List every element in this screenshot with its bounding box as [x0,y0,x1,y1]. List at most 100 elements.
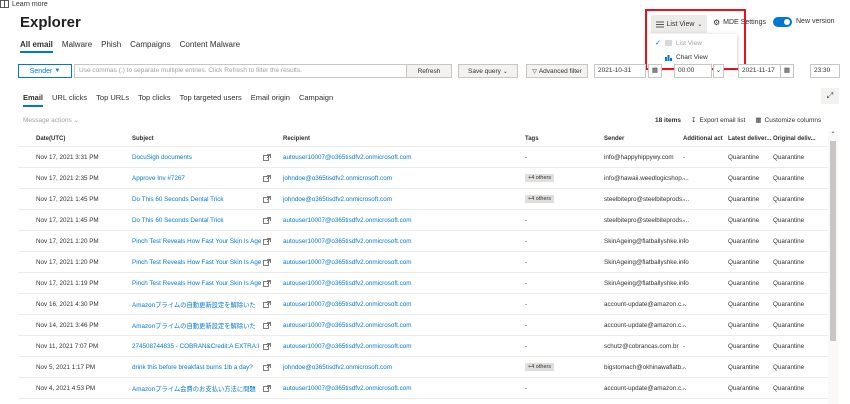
header-original-delivery[interactable]: Original deliv... [773,131,817,146]
tab-top-targeted-users[interactable]: Top targeted users [180,93,242,107]
table-row[interactable]: Nov 17, 2021 3:31 PM DocuSign documents au… [18,147,828,168]
book-icon [0,0,9,8]
cell-recipient-link[interactable]: autouser10007@o365tisdfv2.onmicrosoft.co… [283,294,473,314]
open-external-icon[interactable] [263,252,275,272]
header-date[interactable]: Date(UTC) [36,131,136,146]
cell-subject-link[interactable]: Approve Inv #7267 [132,168,272,188]
table-row[interactable]: Nov 17, 2021 1:45 PM Do This 60 Seconds D… [18,189,828,210]
dropdown-item-list-view[interactable]: ✓ List View [655,39,702,48]
advanced-filter-button[interactable]: ▽ Advanced filter [526,64,588,78]
table-meta: 18 items ↧ Export email list ▦ Customize… [655,116,821,125]
tab-all-email[interactable]: All email [20,40,53,53]
cell-subject-link[interactable]: Amazonプライムの自動更新設定を解除いた [132,294,272,314]
table-row[interactable]: Nov 17, 2021 1:20 PM Pinch Test Reveals H… [18,231,828,252]
cell-recipient-link[interactable]: autouser10007@o365tisdfv2.onmicrosoft.co… [283,315,473,335]
new-version-toggle[interactable] [773,17,792,27]
message-actions-button[interactable]: Message actions ⌄ [23,116,79,124]
cell-recipient-link[interactable]: johndoe@o365tisdfv2.onmicrosoft.com [283,168,473,188]
dropdown-item-chart-view[interactable]: Chart View [665,54,708,61]
open-external-icon[interactable] [263,336,275,356]
cell-subject-link[interactable]: Do This 60 Seconds Dental Trick [132,189,272,209]
mde-settings-link[interactable]: ⚙ MDE Settings [713,18,766,27]
vertical-scrollbar[interactable]: ⌃ [828,131,838,404]
header-tags[interactable]: Tags [525,131,595,146]
tab-campaign[interactable]: Campaign [299,93,333,107]
table-row[interactable]: Nov 16, 2021 4:30 PM Amazonプライムの自動更新設定を解除… [18,294,828,315]
table-row[interactable]: Nov 14, 2021 3:46 PM Amazonプライムの自動更新設定を解除… [18,315,828,336]
header-sender[interactable]: Sender [604,131,690,146]
cell-subject-link[interactable]: drink this before breakfast burns 1lb a … [132,357,272,377]
start-time-input[interactable]: 00:00 [674,64,712,78]
scrollbar-thumb[interactable] [830,141,836,341]
tab-top-clicks[interactable]: Top clicks [138,93,171,107]
sender-filter-button[interactable]: Sender ▼ [18,64,72,78]
cell-recipient-link[interactable]: autouser10007@o365tisdfv2.onmicrosoft.co… [283,210,473,230]
customize-columns-button[interactable]: ▦ Customize columns [755,116,821,125]
chevron-up-icon[interactable]: ⌃ [829,131,837,139]
filter-input[interactable]: Use commas (,) to separate multiple entr… [74,64,420,78]
refresh-button[interactable]: Refresh [406,64,452,78]
tags-value[interactable]: +4 others [525,195,555,203]
tab-malware[interactable]: Malware [62,40,92,53]
cell-recipient-link[interactable]: autouser10007@o365tisdfv2.onmicrosoft.co… [283,231,473,251]
expand-icon[interactable]: ⤢ [821,88,839,104]
cell-recipient-link[interactable]: johndoe@o365tisdfv2.onmicrosoft.com [283,357,473,377]
tab-email[interactable]: Email [23,93,44,107]
list-view-button[interactable]: List View ⌄ [651,15,707,33]
cell-recipient-link[interactable]: autouser10007@o365tisdfv2.onmicrosoft.co… [283,147,473,167]
cell-recipient-link[interactable]: autouser10007@o365tisdfv2.onmicrosoft.co… [283,252,473,272]
tab-content-malware[interactable]: Content Malware [180,40,240,53]
table-row[interactable]: Nov 17, 2021 2:35 PM Approve Inv #7267 joh… [18,168,828,189]
open-external-icon[interactable] [263,294,275,314]
cell-recipient-link[interactable]: autouser10007@o365tisdfv2.onmicrosoft.co… [283,378,473,398]
header-recipient[interactable]: Recipient [283,131,473,146]
cell-subject-link[interactable]: Amazonプライムの自動更新設定を解除いた [132,315,272,335]
tab-url-clicks[interactable]: URL clicks [52,93,87,107]
chevron-down-icon[interactable]: ⌄ [713,64,724,78]
cell-original-delivery: Quarantine [773,258,805,266]
cell-subject-link[interactable]: Amazonプライム会費のお支払い方法に問題 [132,378,272,398]
calendar-icon[interactable]: ▦ [780,64,794,78]
open-external-icon[interactable] [263,168,275,188]
tab-email-origin[interactable]: Email origin [251,93,290,107]
table-row[interactable]: Nov 4, 2021 4:53 PM Amazonプライム会費のお支払い方法に問… [18,378,828,399]
open-external-icon[interactable] [263,315,275,335]
table-row[interactable]: Nov 11, 2021 7:07 PM 274508744835 - COBRA… [18,336,828,357]
cell-recipient-link[interactable]: autouser10007@o365tisdfv2.onmicrosoft.co… [283,273,473,293]
cell-subject-link[interactable]: Do This 60 Seconds Dental Trick [132,210,272,230]
cell-subject-link[interactable]: Pinch Test Reveals How Fast Your Skin Is… [132,252,272,272]
export-button[interactable]: ↧ Export email list [691,116,745,125]
open-external-icon[interactable] [263,231,275,251]
table-row[interactable]: Nov 17, 2021 1:45 PM Do This 60 Seconds D… [18,210,828,231]
open-external-icon[interactable] [263,378,275,398]
cell-subject-link[interactable]: DocuSign documents [132,147,272,167]
tab-phish[interactable]: Phish [101,40,121,53]
cell-subject-link[interactable]: Pinch Test Reveals How Fast Your Skin Is… [132,231,272,251]
open-external-icon[interactable] [263,273,275,293]
cell-subject-link[interactable]: 274508744835 - COBRAN&Credit:A EXTRA:I [132,336,272,356]
tab-top-urls[interactable]: Top URLs [96,93,129,107]
open-external-icon[interactable] [263,147,275,167]
table-row[interactable]: Nov 17, 2021 1:20 PM Pinch Test Reveals H… [18,252,828,273]
table-row[interactable]: Nov 17, 2021 1:19 PM Pinch Test Reveals H… [18,273,828,294]
end-time-input[interactable]: 23:30 [810,64,840,78]
cell-recipient-link[interactable]: johndoe@o365tisdfv2.onmicrosoft.com [283,189,473,209]
open-external-icon[interactable] [263,210,275,230]
cell-sender: account-update@amazon.c... [604,384,687,392]
calendar-icon[interactable]: ▦ [648,64,662,78]
save-query-button[interactable]: Save query ⌄ [458,64,518,78]
end-date-input[interactable]: 2021-11-17 [738,64,782,78]
table-row[interactable]: Nov 5, 2021 1:17 PM drink this before bre… [18,357,828,378]
tags-value[interactable]: +4 others [525,174,555,182]
open-external-icon[interactable] [263,189,275,209]
start-date-input[interactable]: 2021-10-31 [594,64,646,78]
header-subject[interactable]: Subject [132,131,272,146]
cell-recipient-link[interactable]: autouser10007@o365tisdfv2.onmicrosoft.co… [283,336,473,356]
learn-more-link[interactable]: Learn more [0,0,48,8]
header-additional-actions[interactable]: Additional act... [683,131,723,146]
header-latest-delivery[interactable]: Latest deliver... [728,131,772,146]
cell-subject-link[interactable]: Pinch Test Reveals How Fast Your Skin Is… [132,273,272,293]
tags-value[interactable]: +4 others [525,363,555,371]
tab-campaigns[interactable]: Campaigns [130,40,170,53]
open-external-icon[interactable] [263,357,275,377]
